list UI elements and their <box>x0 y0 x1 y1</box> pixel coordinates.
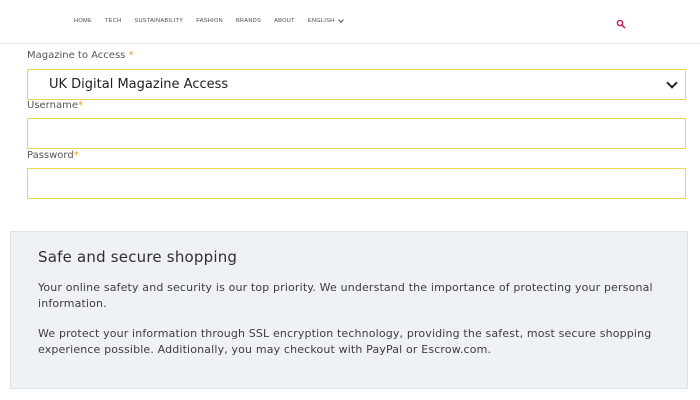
required-marker: * <box>77 100 83 111</box>
secure-paragraph-2: We protect your information through SSL … <box>38 327 652 356</box>
magazine-select-value: UK Digital Magazine Access <box>49 77 229 92</box>
secure-shopping-panel: Safe and secure shopping Your online saf… <box>10 231 688 389</box>
password-label-text: Password <box>27 150 74 161</box>
nav-item-tech[interactable]: TECH <box>105 18 121 24</box>
username-label: Username* <box>27 100 83 112</box>
password-label: Password* <box>27 150 79 162</box>
nav-item-brands[interactable]: BRANDS <box>236 18 261 24</box>
nav-item-about[interactable]: ABOUT <box>274 18 295 24</box>
required-marker: * <box>128 50 134 61</box>
nav-item-sustainability[interactable]: SUSTAINABILITY <box>134 18 183 24</box>
chevron-down-icon <box>666 77 678 89</box>
nav-item-fashion[interactable]: FASHION <box>196 18 223 24</box>
username-label-text: Username <box>27 100 78 111</box>
language-label: ENGLISH <box>307 18 335 24</box>
magazine-select[interactable]: UK Digital Magazine Access <box>27 69 686 100</box>
required-marker: * <box>73 150 79 161</box>
language-selector[interactable]: ENGLISH <box>307 17 344 24</box>
secure-paragraph-1: Your online safety and security is our t… <box>38 281 653 310</box>
chevron-down-icon <box>337 17 344 23</box>
top-navigation: HOME TECH SUSTAINABILITY FASHION BRANDS … <box>0 0 700 44</box>
nav-item-home[interactable]: HOME <box>74 18 92 24</box>
magazine-label-text: Magazine to Access <box>27 50 126 61</box>
password-field[interactable] <box>27 168 686 199</box>
search-icon[interactable] <box>615 15 627 29</box>
username-field[interactable] <box>27 118 686 149</box>
magazine-label: Magazine to Access * <box>27 50 134 62</box>
nav-links: HOME TECH SUSTAINABILITY FASHION BRANDS … <box>74 17 344 24</box>
secure-shopping-title: Safe and secure shopping <box>38 248 238 266</box>
